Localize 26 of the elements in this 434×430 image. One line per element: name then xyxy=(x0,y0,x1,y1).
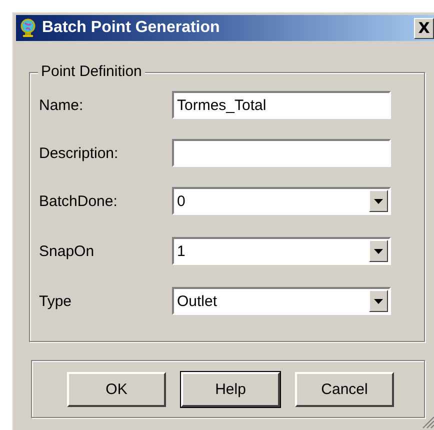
caret-icon xyxy=(374,198,383,204)
dialog-button[interactable]: Help xyxy=(181,372,280,406)
dropdown-value: 0 xyxy=(177,192,186,210)
caret-icon xyxy=(374,248,383,254)
input-field[interactable]: Tormes_Total xyxy=(172,91,391,119)
dropdown[interactable]: 0 xyxy=(172,187,391,215)
window-title: Batch Point Generation xyxy=(42,19,220,37)
dropdown-value: Outlet xyxy=(177,292,218,310)
field-label: Name: xyxy=(39,96,84,114)
input-field[interactable] xyxy=(172,139,391,167)
dropdown-value: 1 xyxy=(177,242,186,260)
dropdown[interactable]: Outlet xyxy=(172,287,391,315)
caret-icon xyxy=(374,298,383,304)
dialog-button[interactable]: OK xyxy=(67,372,166,406)
field-label: BatchDone: xyxy=(39,192,118,210)
dropdown-button[interactable] xyxy=(369,290,388,312)
dropdown-button[interactable] xyxy=(369,190,388,212)
dropdown[interactable]: 1 xyxy=(172,237,391,265)
field-label: SnapOn xyxy=(39,242,96,260)
field-label: Type xyxy=(39,292,73,310)
field-label: Description: xyxy=(39,144,120,162)
close-button[interactable]: X xyxy=(414,18,434,38)
dropdown-button[interactable] xyxy=(369,240,388,262)
globe-icon xyxy=(20,18,36,38)
resize-grip-icon[interactable] xyxy=(421,415,434,429)
dialog-button[interactable]: Cancel xyxy=(295,372,394,406)
